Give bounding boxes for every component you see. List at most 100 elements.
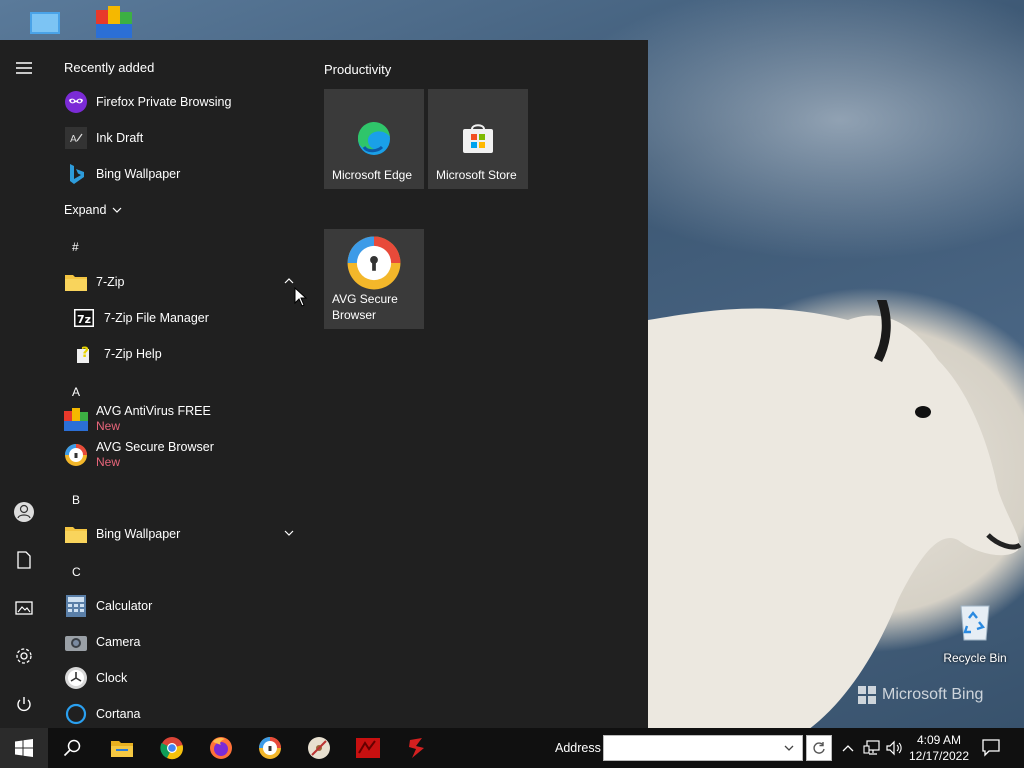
app-bing-wallpaper[interactable]: Bing Wallpaper <box>64 158 304 190</box>
settings-gear-icon[interactable] <box>12 644 36 668</box>
red-app-icon <box>356 738 380 758</box>
expand-label: Expand <box>64 202 107 217</box>
action-center-button[interactable] <box>980 736 1004 760</box>
tile-microsoft-edge[interactable]: Microsoft Edge <box>324 89 424 189</box>
speaker-icon <box>886 740 902 756</box>
desktop-pc-icon[interactable] <box>28 6 68 40</box>
tile-label: Microsoft Store <box>436 168 517 182</box>
taskbar-avg-secure-browser[interactable] <box>246 728 294 768</box>
edge-icon <box>357 121 390 155</box>
tile-microsoft-store[interactable]: Microsoft Store <box>428 89 528 189</box>
folder-bing-wallpaper[interactable]: Bing Wallpaper <box>64 518 304 550</box>
app-firefox-private-browsing[interactable]: Firefox Private Browsing <box>64 86 304 118</box>
app-avg-antivirus[interactable]: AVG AntiVirus FREE New <box>64 402 304 436</box>
chevron-down-icon <box>284 530 294 536</box>
section-header-b[interactable]: B <box>72 493 80 507</box>
desktop-avg-icon[interactable] <box>94 4 134 38</box>
chevron-down-icon <box>784 745 794 751</box>
app-label: Calculator <box>96 598 153 613</box>
app-label: AVG AntiVirus FREE New <box>96 404 211 434</box>
taskbar-chrome[interactable] <box>148 728 196 768</box>
chrome-icon <box>160 737 183 760</box>
user-account-icon[interactable] <box>12 500 36 524</box>
app-clock[interactable]: Clock <box>64 662 304 694</box>
folder-label: 7-Zip <box>96 274 125 289</box>
avg-antivirus-icon <box>64 407 88 431</box>
folder-7zip[interactable]: 7-Zip <box>64 266 304 298</box>
documents-icon[interactable] <box>12 548 36 572</box>
new-badge: New <box>96 455 121 469</box>
section-header-a[interactable]: A <box>72 385 80 399</box>
app-label: 7-Zip Help <box>104 346 162 361</box>
app-list: Recently added Firefox Private Browsing … <box>48 40 310 728</box>
address-input[interactable] <box>603 735 803 761</box>
chevron-up-icon <box>284 278 294 284</box>
start-rail <box>0 40 48 728</box>
network-button[interactable] <box>862 738 882 758</box>
address-dropdown-button[interactable] <box>776 735 802 761</box>
app-avg-secure-browser[interactable]: AVG Secure Browser New <box>64 438 304 472</box>
power-icon[interactable] <box>12 692 36 716</box>
svg-text:A: A <box>70 134 77 145</box>
hamburger-menu-icon[interactable] <box>12 56 36 80</box>
section-header-c[interactable]: C <box>72 565 81 579</box>
app-label: Cortana <box>96 706 141 721</box>
address-go-button[interactable] <box>806 735 832 761</box>
calculator-icon <box>64 594 88 618</box>
svg-text:7z: 7z <box>77 313 91 326</box>
firefox-private-icon <box>64 90 88 114</box>
app-label: 7-Zip File Manager <box>104 310 209 325</box>
ink-draft-icon: A <box>64 126 88 150</box>
app-camera[interactable]: Camera <box>64 626 304 658</box>
7zip-icon: 7z <box>72 306 96 330</box>
app-label: Camera <box>96 634 141 649</box>
windows-logo-icon <box>15 739 33 757</box>
app-label: AVG Secure Browser New <box>96 440 214 470</box>
app-name: AVG AntiVirus FREE <box>96 404 211 418</box>
section-header-hash[interactable]: # <box>72 240 79 254</box>
clock-date: 12/17/2022 <box>908 749 970 763</box>
taskbar-firefox[interactable] <box>197 728 245 768</box>
start-button[interactable] <box>0 728 48 768</box>
file-explorer-icon <box>111 741 133 757</box>
taskbar: Address 4:09 AM 12/17/2022 <box>0 728 1024 768</box>
recycle-bin[interactable]: Recycle Bin <box>940 600 1010 665</box>
taskbar-file-explorer[interactable] <box>98 728 146 768</box>
app-7zip-file-manager[interactable]: 7z 7-Zip File Manager <box>72 302 312 334</box>
show-hidden-icons-button[interactable] <box>838 738 858 758</box>
bing-icon <box>64 162 88 186</box>
recycle-bin-label: Recycle Bin <box>943 651 1007 665</box>
network-icon <box>863 740 880 755</box>
app-7zip-help[interactable]: ? 7-Zip Help <box>72 338 312 370</box>
app-ink-draft[interactable]: A Ink Draft <box>64 122 304 154</box>
search-button[interactable] <box>48 728 96 768</box>
volume-button[interactable] <box>884 738 904 758</box>
start-menu: Recently added Firefox Private Browsing … <box>0 40 648 728</box>
wallpaper-goat-image <box>648 300 1022 730</box>
pictures-icon[interactable] <box>12 596 36 620</box>
bing-watermark: Microsoft Bing <box>858 686 983 704</box>
folder-icon <box>64 270 88 294</box>
chevron-up-icon <box>842 745 854 752</box>
avg-secure-browser-icon <box>64 443 88 467</box>
tile-avg-secure-browser[interactable]: AVG Secure Browser <box>324 229 424 329</box>
clock-time: 4:09 AM <box>916 733 962 747</box>
firefox-icon <box>210 737 232 759</box>
recycle-bin-icon <box>960 605 990 641</box>
expand-button[interactable]: Expand <box>64 194 304 226</box>
taskbar-app-dragon[interactable] <box>393 728 441 768</box>
recently-added-header: Recently added <box>64 60 155 75</box>
taskbar-app-red[interactable] <box>344 728 392 768</box>
bing-watermark-text: Microsoft Bing <box>882 686 984 703</box>
app-cortana[interactable]: Cortana <box>64 698 304 730</box>
taskbar-app-disc[interactable] <box>295 728 343 768</box>
disc-tool-icon <box>308 737 330 759</box>
camera-icon <box>64 630 88 654</box>
app-calculator[interactable]: Calculator <box>64 590 304 622</box>
app-label: Ink Draft <box>96 130 144 145</box>
tiles-group-header[interactable]: Productivity <box>324 62 391 77</box>
notifications-icon <box>982 739 1000 757</box>
refresh-icon <box>813 742 825 754</box>
search-icon <box>63 739 81 757</box>
taskbar-clock[interactable]: 4:09 AM 12/17/2022 <box>904 732 974 764</box>
